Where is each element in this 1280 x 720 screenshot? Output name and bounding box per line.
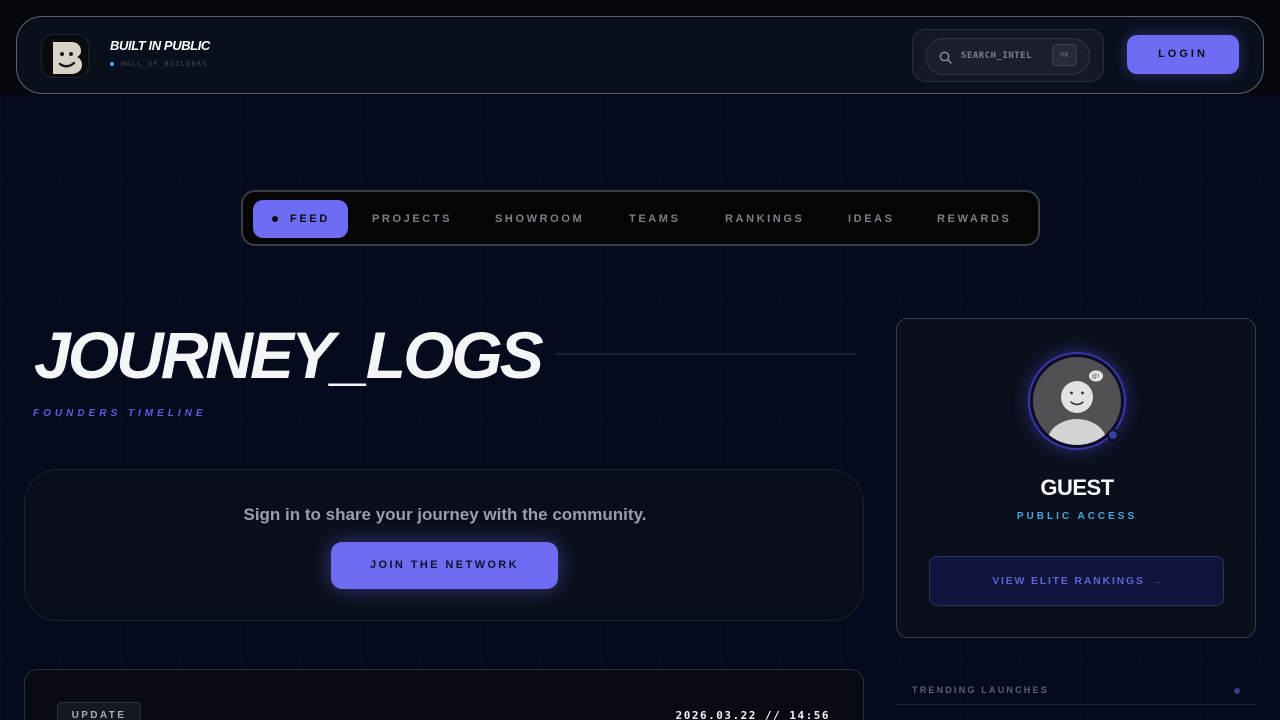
tab-teams[interactable]: TEAMS — [629, 200, 681, 238]
join-network-button[interactable]: JOIN THE NETWORK — [331, 542, 558, 589]
main-nav: FEED PROJECTS SHOWROOM TEAMS RANKINGS ID… — [241, 190, 1040, 246]
trending-launches-title: TRENDING LAUNCHES — [912, 685, 1049, 695]
trending-indicator-dot — [1234, 688, 1240, 694]
tab-feed[interactable]: FEED — [253, 200, 348, 238]
brand-subtitle-text: HALL_OF_BUILDERS — [121, 60, 208, 68]
post-tag-badge: UPDATE — [57, 702, 141, 720]
search-container: SEARCH_INTEL ⌘K — [912, 29, 1104, 82]
active-bullet-icon — [272, 216, 278, 222]
tab-rewards[interactable]: REWARDS — [937, 200, 1011, 238]
search-icon — [939, 51, 952, 64]
search-input[interactable]: SEARCH_INTEL ⌘K — [925, 38, 1090, 75]
profile-name: GUEST — [1040, 475, 1114, 500]
arrow-right-icon: → — [1152, 577, 1161, 586]
svg-text:@!: @! — [1092, 373, 1100, 380]
tab-projects[interactable]: PROJECTS — [372, 200, 452, 238]
feed-post-card[interactable]: UPDATE 2026.03.22 // 14:56 — [24, 669, 864, 720]
tab-showroom[interactable]: SHOWROOM — [495, 200, 584, 238]
signin-card: Sign in to share your journey with the c… — [24, 469, 864, 621]
top-header: BUILT IN PUBLIC HALL_OF_BUILDERS SEARCH_… — [16, 16, 1264, 94]
search-shortcut-badge: ⌘K — [1052, 44, 1077, 66]
elite-button-label: VIEW ELITE RANKINGS — [992, 575, 1145, 587]
login-button[interactable]: LOGIN — [1127, 35, 1239, 74]
b-logo-icon[interactable] — [41, 34, 89, 78]
profile-card: @! GUEST PUBLIC ACCESS VIEW ELITE RANKIN… — [896, 318, 1256, 638]
search-label: SEARCH_INTEL — [961, 51, 1033, 61]
view-elite-rankings-button[interactable]: VIEW ELITE RANKINGS → — [929, 556, 1224, 606]
trending-divider — [896, 704, 1256, 705]
profile-role: PUBLIC ACCESS — [1016, 511, 1138, 522]
presence-dot — [1107, 429, 1119, 441]
tab-label: FEED — [290, 213, 330, 225]
tab-ideas[interactable]: IDEAS — [848, 200, 895, 238]
brand-title[interactable]: BUILT IN PUBLIC — [110, 38, 210, 53]
status-dot — [110, 62, 114, 66]
page-title: JOURNEY_LOGS — [34, 318, 544, 392]
post-timestamp: 2026.03.22 // 14:56 — [675, 709, 830, 720]
signin-prompt: Sign in to share your journey with the c… — [243, 505, 647, 524]
page-subtitle: FOUNDERS TIMELINE — [33, 408, 207, 419]
brand-subtitle: HALL_OF_BUILDERS — [110, 60, 208, 68]
tab-rankings[interactable]: RANKINGS — [725, 200, 804, 238]
title-divider — [555, 353, 857, 355]
